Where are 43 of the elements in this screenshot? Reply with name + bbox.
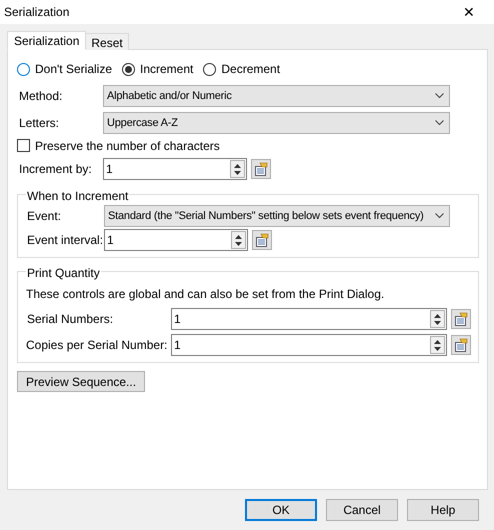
- dropdown[interactable]: Uppercase A-Z: [103, 112, 450, 134]
- spinner-arrows-icon[interactable]: [231, 231, 246, 249]
- window-title: Serialization: [4, 4, 70, 21]
- field-label: Letters:: [18, 115, 60, 132]
- radio-button[interactable]: Don't Serialize: [17, 60, 112, 78]
- document-icon: [454, 312, 468, 326]
- radio-button[interactable]: Increment: [122, 60, 194, 78]
- document-icon: [254, 162, 268, 176]
- chevron-icon: [435, 120, 444, 126]
- chevron-icon: [435, 93, 444, 99]
- chevron-icon: [435, 213, 444, 219]
- tab[interactable]: Serialization: [7, 31, 86, 50]
- data-source-button[interactable]: [451, 335, 471, 355]
- field-label: Event:: [26, 208, 62, 225]
- dropdown[interactable]: Alphabetic and/or Numeric: [103, 85, 450, 107]
- spinner-arrows-icon[interactable]: [230, 160, 245, 178]
- spin-field[interactable]: 1: [104, 229, 248, 251]
- dialog-button[interactable]: OK: [245, 499, 317, 521]
- close-button[interactable]: ✕: [454, 0, 484, 24]
- data-source-button[interactable]: [451, 309, 471, 329]
- dialog-button[interactable]: Cancel: [326, 499, 398, 521]
- description-text: These controls are global and can also be set from the Print Dialog.: [26, 286, 386, 303]
- field-label: Serial Numbers:: [26, 311, 114, 328]
- field-label: Event interval:: [26, 232, 104, 249]
- spinner-arrows-icon[interactable]: [430, 310, 445, 328]
- radio-button[interactable]: Decrement: [203, 60, 280, 78]
- document-icon: [454, 338, 468, 352]
- spin-field[interactable]: 1: [171, 334, 447, 356]
- tab[interactable]: Reset: [86, 33, 129, 50]
- dialog-button[interactable]: Help: [407, 499, 479, 521]
- spin-field[interactable]: 1: [171, 308, 447, 330]
- field-label: Increment by:: [18, 161, 93, 178]
- spinner-arrows-icon[interactable]: [430, 336, 445, 354]
- data-source-button[interactable]: [252, 230, 272, 250]
- preview-sequence-button[interactable]: Preview Sequence...: [17, 371, 146, 392]
- data-source-button[interactable]: [251, 159, 271, 179]
- checkbox[interactable]: Preserve the number of characters: [17, 137, 478, 154]
- document-icon: [255, 233, 269, 247]
- field-label: Copies per Serial Number:: [26, 337, 168, 354]
- radio-circle-icon[interactable]: [122, 62, 135, 76]
- spin-field[interactable]: 1: [103, 158, 247, 180]
- dropdown[interactable]: Standard (the "Serial Numbers" setting below sets event frequency): [104, 205, 450, 227]
- field-label: Method:: [18, 88, 64, 105]
